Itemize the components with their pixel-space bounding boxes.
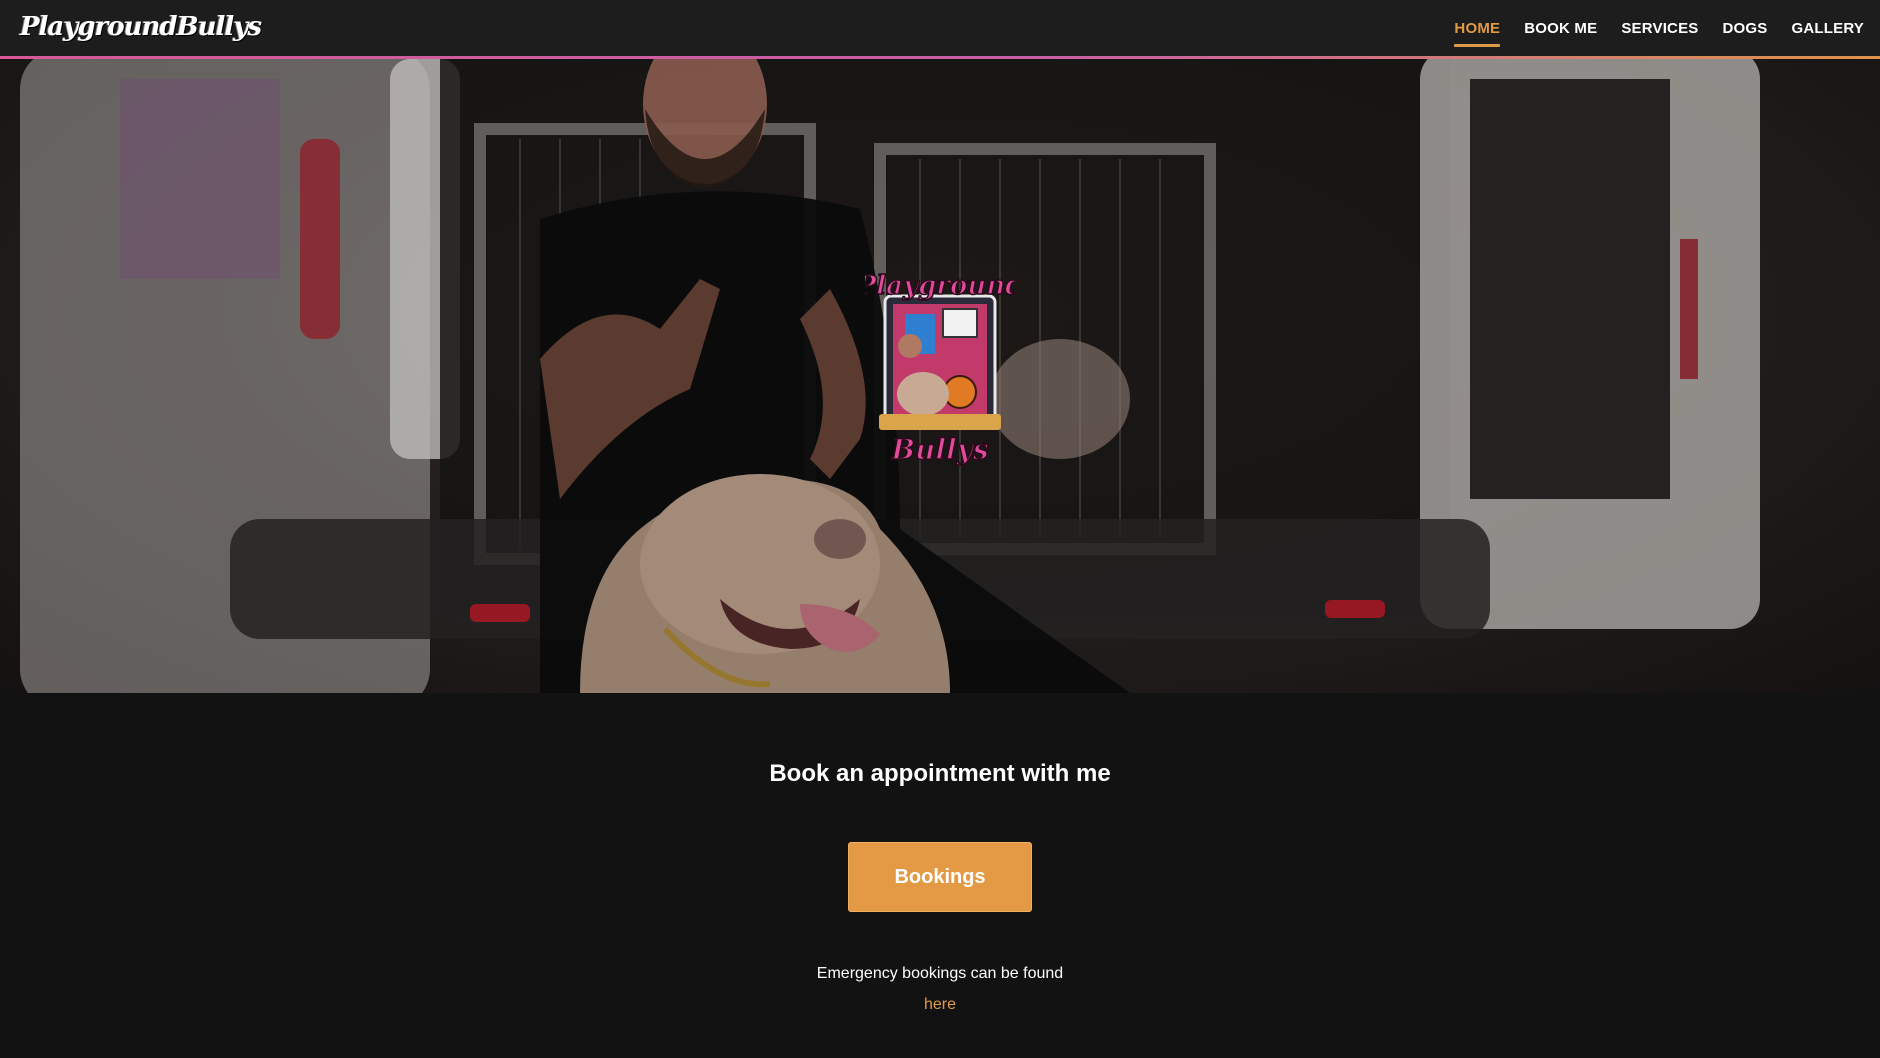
- bookings-button[interactable]: Bookings: [848, 842, 1032, 912]
- nav-gallery[interactable]: GALLERY: [1791, 12, 1864, 45]
- emergency-bookings-text: Emergency bookings can be found: [816, 965, 1064, 982]
- nav-services[interactable]: SERVICES: [1621, 12, 1698, 45]
- badge-dog: [897, 372, 949, 416]
- badge-ledge: [879, 414, 1001, 430]
- badge-top-text: Playground: [865, 271, 1015, 301]
- nav-book-me[interactable]: BOOK ME: [1524, 12, 1597, 45]
- badge-bottom-text: Bullys: [890, 433, 989, 466]
- playground-bullys-badge[interactable]: Playground Bullys: [865, 254, 1015, 474]
- emergency-bookings-link[interactable]: here: [0, 996, 1880, 1014]
- hero-banner: Playground Bullys: [0, 59, 1880, 693]
- badge-man: [898, 334, 922, 358]
- booking-title: Book an appointment with me: [769, 760, 1111, 787]
- basketball-hoop-icon: [942, 308, 978, 338]
- nav-dogs[interactable]: DOGS: [1723, 12, 1768, 45]
- site-logo[interactable]: PlaygroundBullys: [20, 12, 262, 42]
- nav-home[interactable]: HOME: [1454, 12, 1501, 47]
- main-nav: HOME BOOK ME SERVICES DOGS GALLERY: [1430, 0, 1864, 56]
- site-header: PlaygroundBullys HOME BOOK ME SERVICES D…: [0, 0, 1880, 56]
